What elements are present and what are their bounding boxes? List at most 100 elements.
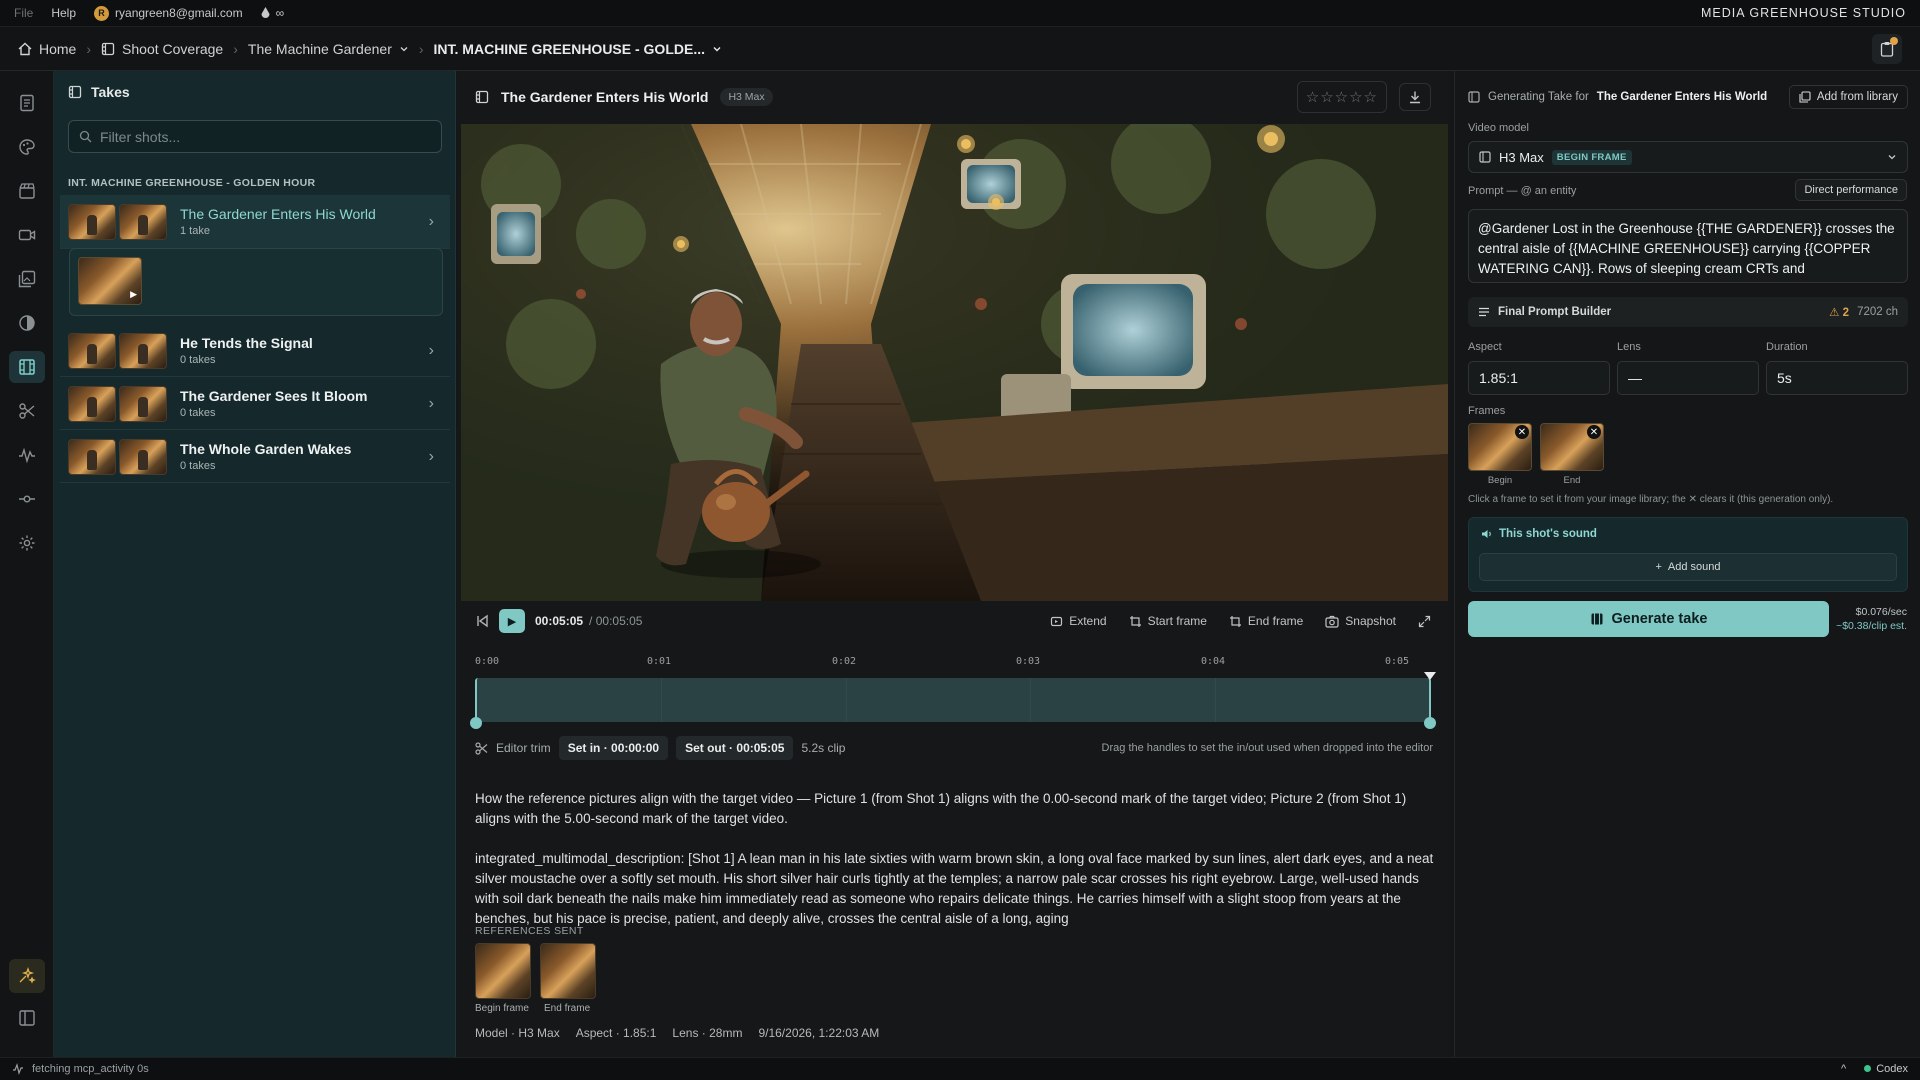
scene-group-label: INT. MACHINE GREENHOUSE - GOLDEN HOUR bbox=[68, 177, 316, 189]
menu-help[interactable]: Help bbox=[51, 6, 76, 20]
contrast-icon[interactable] bbox=[15, 311, 39, 335]
playhead-marker[interactable] bbox=[1424, 672, 1436, 680]
download-button[interactable] bbox=[1399, 83, 1431, 111]
library-icon bbox=[1799, 91, 1811, 103]
close-icon[interactable]: ✕ bbox=[1515, 425, 1529, 439]
drop-icon bbox=[261, 7, 270, 19]
sidebar-toggle-icon[interactable] bbox=[15, 1006, 39, 1030]
prompt-textarea[interactable]: @Gardener Lost in the Greenhouse {{THE G… bbox=[1468, 209, 1908, 283]
notifications-button[interactable] bbox=[1872, 33, 1902, 64]
trim-in-handle[interactable] bbox=[470, 717, 482, 729]
clapperboard-icon[interactable] bbox=[15, 179, 39, 203]
shot-row-garden-wakes[interactable]: The Whole Garden Wakes 0 takes › bbox=[60, 431, 450, 483]
shot-row-gardener-enters[interactable]: The Gardener Enters His World 1 take › bbox=[60, 195, 450, 249]
final-prompt-builder[interactable]: Final Prompt Builder ⚠ 2 7202 ch bbox=[1468, 297, 1908, 327]
breadcrumb-project[interactable]: The Machine Gardener bbox=[248, 41, 409, 57]
take-list: ▶ bbox=[69, 248, 443, 316]
add-from-library-button[interactable]: Add from library bbox=[1788, 85, 1908, 109]
play-icon: ▶ bbox=[130, 289, 137, 299]
camera-icon[interactable] bbox=[15, 223, 39, 247]
palette-icon[interactable] bbox=[15, 135, 39, 159]
shot-thumbnail bbox=[119, 438, 167, 475]
reference-begin-caption: Begin frame bbox=[475, 1003, 529, 1014]
shot-row-tends-signal[interactable]: He Tends the Signal 0 takes › bbox=[60, 325, 450, 377]
script-icon[interactable] bbox=[15, 91, 39, 115]
online-dot bbox=[1864, 1065, 1872, 1072]
duration-label: Duration bbox=[1766, 341, 1808, 353]
menu-file[interactable]: File bbox=[14, 6, 33, 20]
account-chip[interactable]: R ryangreen8@gmail.com bbox=[94, 5, 243, 21]
trim-out-handle[interactable] bbox=[1424, 717, 1436, 729]
star-rating[interactable]: ☆☆☆☆☆ bbox=[1296, 81, 1387, 113]
transport-bar: ▶ 00:05:05 / 00:05:05 Extend Start frame… bbox=[457, 601, 1449, 641]
video-preview[interactable] bbox=[461, 124, 1448, 601]
breadcrumb-home[interactable]: Home bbox=[18, 41, 76, 57]
gallery-icon[interactable] bbox=[15, 267, 39, 291]
chevron-right-icon: › bbox=[428, 394, 434, 412]
filter-shots-input[interactable]: Filter shots... bbox=[68, 120, 442, 153]
shot-thumbnail bbox=[68, 385, 116, 422]
scissors-icon[interactable] bbox=[15, 399, 39, 423]
video-model-select[interactable]: H3 Max BEGIN FRAME bbox=[1468, 141, 1908, 173]
model-pill: H3 Max bbox=[720, 88, 773, 106]
multimodal-description: integrated_multimodal_description: [Shot… bbox=[475, 851, 1434, 926]
aspect-field[interactable]: 1.85:1 bbox=[1468, 361, 1610, 395]
film-icon bbox=[475, 90, 489, 104]
end-frame-button[interactable]: End frame bbox=[1229, 614, 1303, 628]
reference-begin-thumbnail[interactable] bbox=[475, 943, 531, 999]
take-thumbnail[interactable]: ▶ bbox=[78, 257, 142, 305]
shot-thumbnail bbox=[119, 203, 167, 240]
chevron-down-icon bbox=[399, 44, 409, 54]
camera-icon bbox=[1325, 615, 1339, 628]
start-frame-label: Start frame bbox=[1147, 614, 1207, 628]
close-icon[interactable]: ✕ bbox=[1587, 425, 1601, 439]
chevron-right-icon: › bbox=[428, 341, 434, 359]
fullscreen-icon[interactable] bbox=[1418, 615, 1431, 628]
chevron-down-icon bbox=[712, 44, 722, 54]
codex-status[interactable]: Codex bbox=[1864, 1063, 1908, 1075]
breadcrumb-section[interactable]: Shoot Coverage bbox=[101, 41, 223, 57]
agent-sparkle-icon[interactable] bbox=[9, 959, 45, 993]
end-frame-slot[interactable]: ✕ bbox=[1540, 423, 1604, 471]
activity-icon bbox=[12, 1063, 24, 1075]
set-out-button[interactable]: Set out · 00:05:05 bbox=[676, 736, 794, 760]
lens-field[interactable]: — bbox=[1617, 361, 1759, 395]
credits-value: ∞ bbox=[275, 6, 285, 20]
shot-take-count: 0 takes bbox=[180, 354, 216, 366]
skip-back-icon[interactable] bbox=[475, 614, 489, 628]
breadcrumb-home-label: Home bbox=[39, 40, 77, 57]
play-button[interactable]: ▶ bbox=[499, 609, 525, 633]
shot-thumbnail bbox=[119, 385, 167, 422]
breadcrumb-scene[interactable]: INT. MACHINE GREENHOUSE - GOLDE... bbox=[434, 41, 722, 57]
duration-field[interactable]: 5s bbox=[1766, 361, 1908, 395]
chevron-up-icon[interactable]: ^ bbox=[1841, 1063, 1846, 1075]
codex-label: Codex bbox=[1876, 1063, 1908, 1075]
extend-button[interactable]: Extend bbox=[1050, 614, 1107, 628]
gear-icon[interactable] bbox=[15, 531, 39, 555]
shot-row-sees-bloom[interactable]: The Gardener Sees It Bloom 0 takes › bbox=[60, 378, 450, 430]
generate-take-button[interactable]: Generate take bbox=[1468, 601, 1829, 637]
filter-placeholder: Filter shots... bbox=[100, 128, 181, 145]
crop-icon bbox=[1229, 615, 1242, 628]
end-frame-label: End frame bbox=[1247, 614, 1304, 628]
timeline-track[interactable] bbox=[470, 672, 1436, 729]
meta-aspect: Aspect · 1.85:1 bbox=[575, 1026, 657, 1040]
begin-frame-slot[interactable]: ✕ bbox=[1468, 423, 1532, 471]
reference-end-caption: End frame bbox=[544, 1003, 591, 1014]
direct-performance-button[interactable]: Direct performance bbox=[1795, 179, 1907, 201]
generate-take-label: Generate take bbox=[1611, 611, 1708, 627]
final-prompt-builder-label: Final Prompt Builder bbox=[1498, 306, 1612, 318]
commit-icon[interactable] bbox=[15, 487, 39, 511]
total-time: / 00:05:05 bbox=[589, 614, 643, 628]
waveform-icon[interactable] bbox=[15, 443, 39, 467]
search-icon bbox=[79, 130, 92, 143]
takes-panel: Takes Filter shots... INT. MACHINE GREEN… bbox=[54, 71, 456, 1057]
status-bar: fetching mcp_activity 0s ^ Codex bbox=[0, 1057, 1920, 1080]
shot-sound-title-text: This shot's sound bbox=[1499, 528, 1597, 540]
snapshot-button[interactable]: Snapshot bbox=[1325, 614, 1396, 628]
reference-end-thumbnail[interactable] bbox=[540, 943, 596, 999]
set-in-button[interactable]: Set in · 00:00:00 bbox=[558, 736, 669, 760]
start-frame-button[interactable]: Start frame bbox=[1129, 614, 1207, 628]
add-sound-button[interactable]: + Add sound bbox=[1479, 553, 1897, 581]
takes-icon[interactable] bbox=[9, 351, 45, 383]
